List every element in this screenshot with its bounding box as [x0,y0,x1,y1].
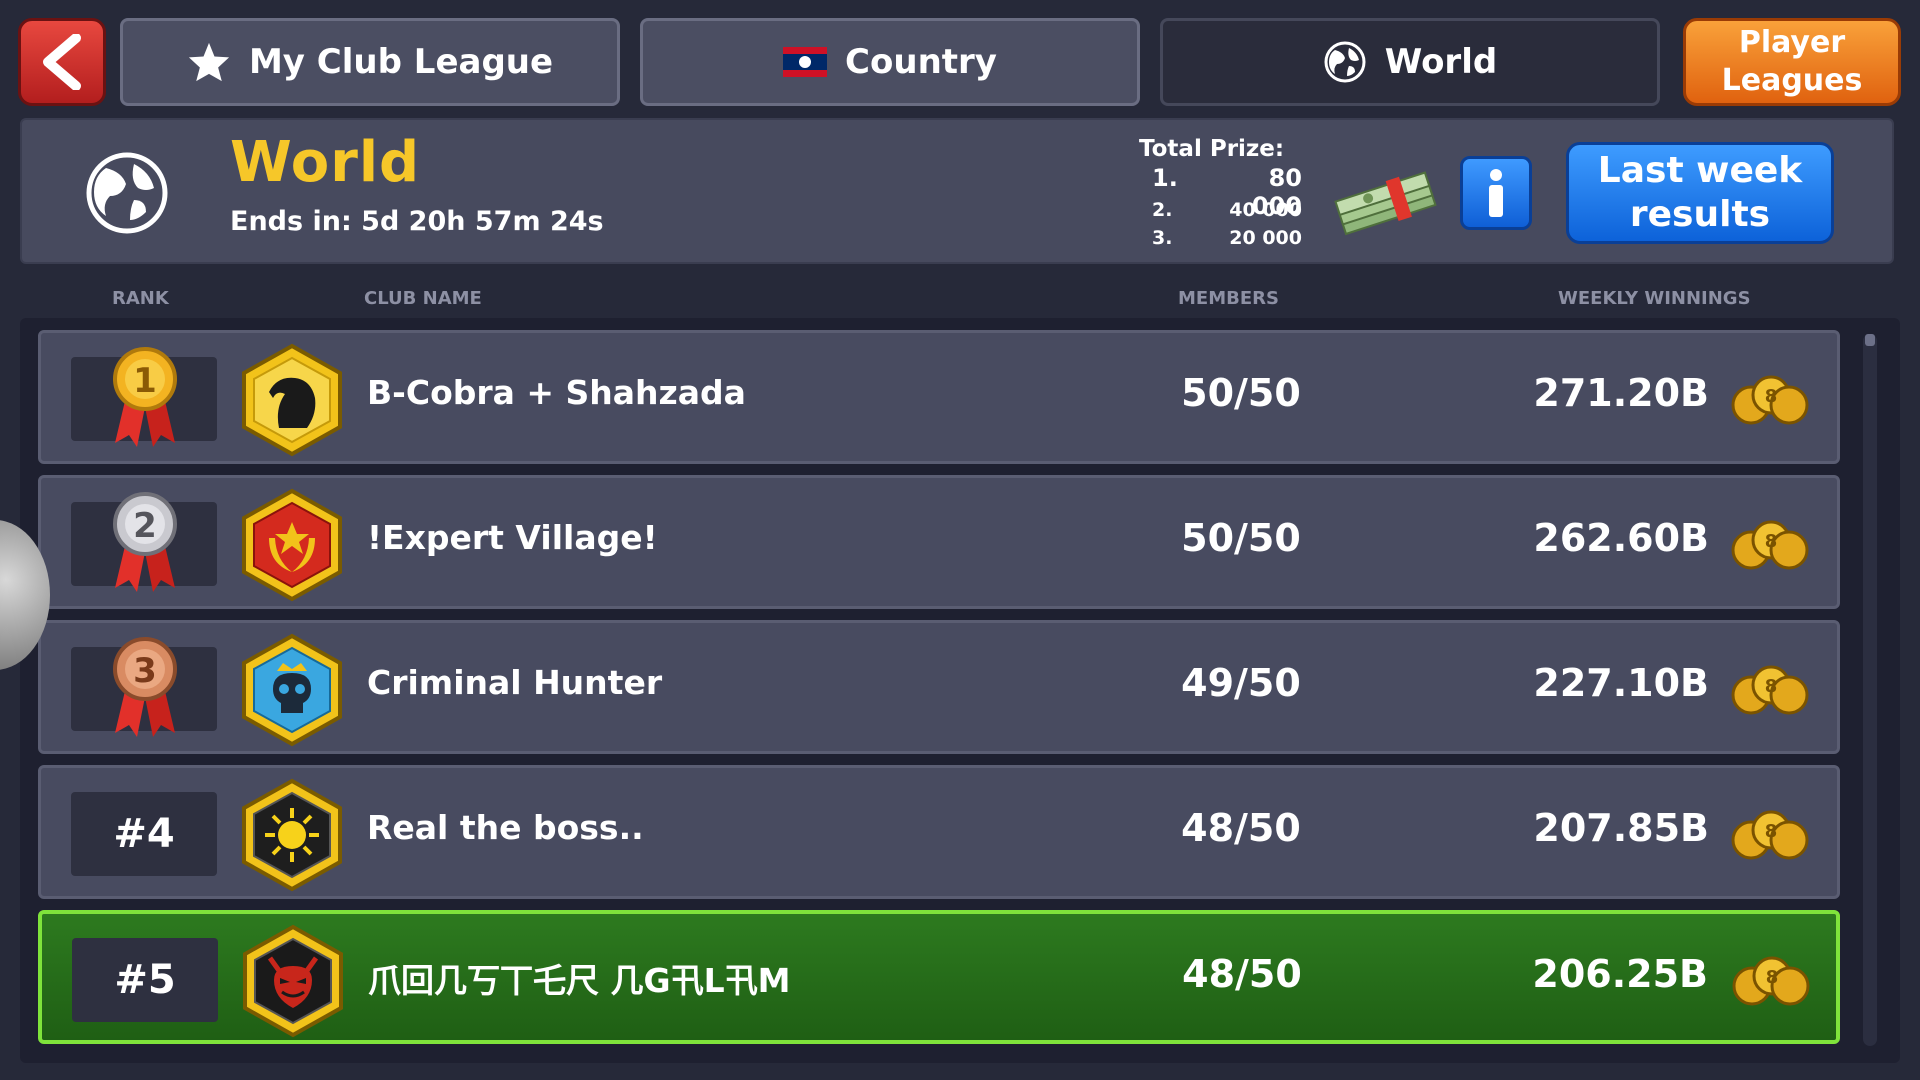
league-title: World [230,130,421,195]
weekly-winnings: 206.25B [1532,952,1708,996]
coins-icon: 8 [1732,956,1810,1006]
svg-text:8: 8 [1765,531,1778,552]
weekly-winnings: 207.85B [1533,806,1709,850]
devil-badge-icon [243,924,343,1038]
club-row-own[interactable]: #5 爪回几丂丅乇尺 几G卂L卂M 48/50 206.25B 8 [38,910,1840,1044]
bronze-medal-icon: 3 [113,637,177,737]
prize-row: 2. 40 000 [1152,199,1302,221]
column-header-rank: RANK [112,288,169,309]
club-row[interactable]: #4 Real the boss.. 48/50 207.85B 8 [38,765,1840,899]
svg-text:8: 8 [1765,676,1778,697]
members-count: 48/50 [1182,952,1302,996]
members-count: 48/50 [1181,806,1301,850]
total-prize-title: Total Prize: [1139,136,1285,162]
svg-text:8: 8 [1765,386,1778,407]
tab-my-club-league[interactable]: My Club League [120,18,620,106]
club-name: Criminal Hunter [367,663,663,702]
horse-badge-icon [242,343,342,457]
club-row[interactable]: 3 Criminal Hunter 49/50 227.10B 8 [38,620,1840,754]
prize-place: 2. [1152,199,1173,221]
sun-badge-icon [242,778,342,892]
rank-cell: #4 [71,792,217,876]
cash-stack-icon [1334,171,1437,236]
column-header-members: MEMBERS [1178,288,1279,309]
tab-label: Country [845,42,997,82]
player-leagues-button[interactable]: Player Leagues [1683,18,1901,106]
prize-amount: 40 000 [1229,199,1302,221]
skull-badge-icon [242,633,342,747]
star-icon [188,42,230,82]
column-header-weekly-winnings: WEEKLY WINNINGS [1558,288,1751,309]
svg-text:8: 8 [1766,967,1779,988]
last-week-results-button[interactable]: Last week results [1566,142,1834,244]
tab-label: World [1384,42,1498,82]
globe-icon [86,152,168,234]
arrow-left-icon [43,34,81,90]
members-count: 49/50 [1181,661,1301,705]
back-button[interactable] [18,18,106,106]
club-row[interactable]: 1 B-Cobra + Shahzada 50/50 271.20B 8 [38,330,1840,464]
club-name: 爪回几丂丅乇尺 几G卂L卂M [368,961,791,1000]
tab-country[interactable]: Country [640,18,1140,106]
medal-number: 1 [133,361,157,401]
prize-amount: 20 000 [1229,227,1302,249]
weekly-winnings: 227.10B [1533,661,1709,705]
members-count: 50/50 [1181,371,1301,415]
ends-label: Ends in: [230,206,352,237]
tab-label: My Club League [248,42,554,82]
svg-text:8: 8 [1765,821,1778,842]
scrollbar[interactable] [1863,334,1877,1046]
coins-icon: 8 [1731,520,1809,570]
club-name: Real the boss.. [367,808,644,847]
prize-place: 3. [1152,227,1173,249]
gold-medal-icon: 1 [113,347,177,447]
info-icon [1489,169,1503,217]
coins-icon: 8 [1731,810,1809,860]
coins-icon: 8 [1731,665,1809,715]
members-count: 50/50 [1181,516,1301,560]
medal-number: 3 [133,651,157,691]
league-timer: Ends in: 5d 20h 57m 24s [230,206,604,237]
prize-row: 3. 20 000 [1152,227,1302,249]
rank-cell: #5 [72,938,218,1022]
league-info-panel: World Ends in: 5d 20h 57m 24s Total Priz… [20,118,1894,264]
scrollbar-thumb[interactable] [1865,334,1875,346]
weekly-winnings: 262.60B [1533,516,1709,560]
ends-value: 5d 20h 57m 24s [361,206,604,237]
tab-world[interactable]: World [1160,18,1660,106]
club-name: B-Cobra + Shahzada [367,373,746,412]
column-header-club-name: CLUB NAME [364,288,482,309]
silver-medal-icon: 2 [113,492,177,592]
globe-icon [1324,41,1366,83]
coins-icon: 8 [1731,375,1809,425]
club-row[interactable]: 2 !Expert Village! 50/50 262.60B 8 [38,475,1840,609]
laos-flag-icon [783,47,828,77]
info-button[interactable] [1460,156,1532,230]
laurel-badge-icon [242,488,342,602]
weekly-winnings: 271.20B [1533,371,1709,415]
club-name: !Expert Village! [367,518,658,557]
medal-number: 2 [133,506,157,546]
